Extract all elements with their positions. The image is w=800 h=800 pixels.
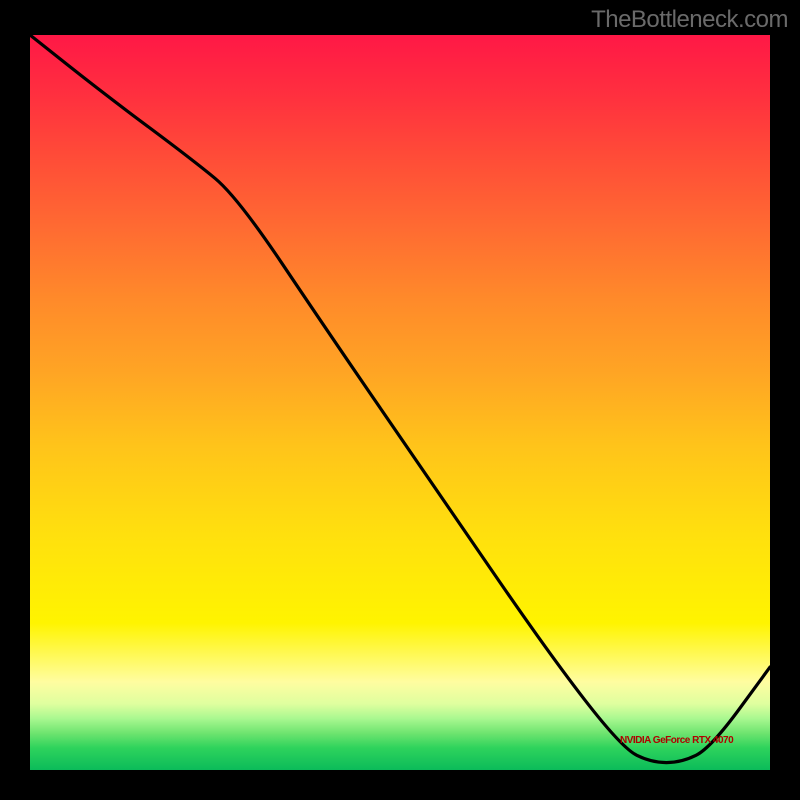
chart-frame: TheBottleneck.com NVIDIA GeForce RTX 407… <box>0 0 800 800</box>
curve-svg <box>30 35 770 770</box>
plot-area: NVIDIA GeForce RTX 4070 <box>30 35 770 770</box>
bottleneck-curve <box>30 35 770 763</box>
gpu-annotation: NVIDIA GeForce RTX 4070 <box>620 735 733 746</box>
watermark-text: TheBottleneck.com <box>591 6 788 34</box>
